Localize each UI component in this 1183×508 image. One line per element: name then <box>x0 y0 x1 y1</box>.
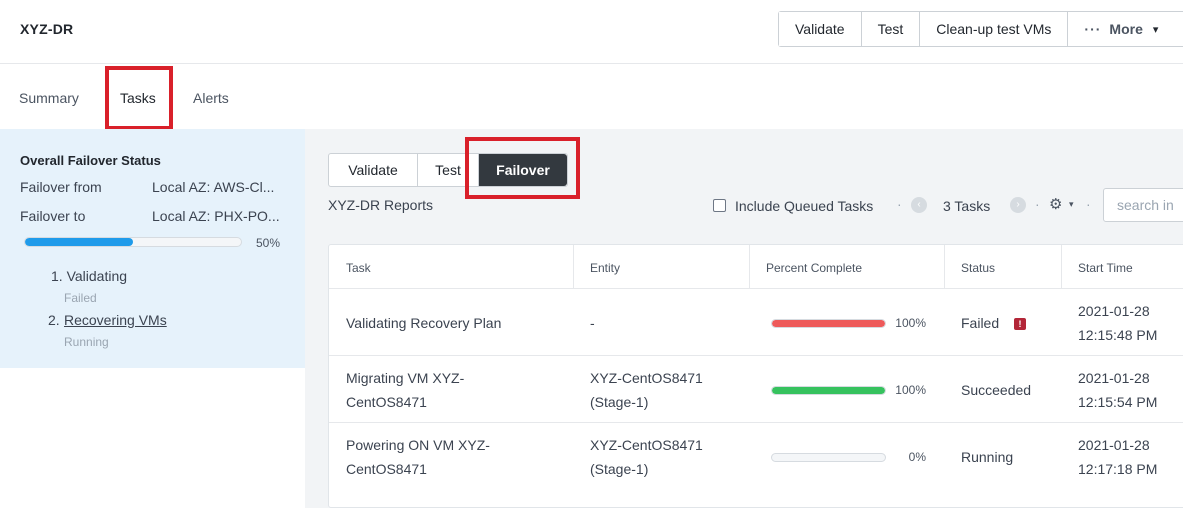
column-header-status[interactable]: Status <box>961 261 995 275</box>
reports-main-area: Validate Test Failover XYZ-DR Reports In… <box>305 129 1183 508</box>
segment-test[interactable]: Test <box>418 154 479 186</box>
more-button-label: More <box>1109 21 1143 37</box>
start-date: 2021-01-28 <box>1078 303 1150 319</box>
reports-title: XYZ-DR Reports <box>328 197 434 213</box>
failover-status-title: Overall Failover Status <box>20 153 161 168</box>
include-queued-tasks-checkbox[interactable] <box>713 199 726 212</box>
failover-to-value: Local AZ: PHX-PO... <box>152 208 280 224</box>
validate-button[interactable]: Validate <box>779 12 862 46</box>
failover-progress-bar <box>24 237 242 247</box>
percent-complete-bar <box>771 319 886 328</box>
sidebar-empty-area <box>0 368 305 508</box>
task-name-continued: CentOS8471 <box>346 394 427 410</box>
status-text: Failed <box>961 315 1000 331</box>
chevron-down-icon: ▾ <box>1152 23 1159 36</box>
task-name-continued: CentOS8471 <box>346 461 427 477</box>
next-page-icon[interactable]: › <box>1010 197 1026 213</box>
tab-bar: Summary Tasks Alerts <box>0 64 1183 129</box>
action-toolbar: Validate Test Clean-up test VMs ··· More… <box>778 11 1183 47</box>
percent-complete-fill <box>772 320 885 327</box>
error-icon[interactable]: ! <box>1014 318 1026 330</box>
failover-progress-fill <box>25 238 133 246</box>
status-text: Succeeded <box>961 382 1032 398</box>
page-header: XYZ-DR Validate Test Clean-up test VMs ·… <box>0 0 1183 64</box>
search-input[interactable] <box>1103 188 1183 222</box>
page-title: XYZ-DR <box>20 21 74 37</box>
table-row[interactable]: Powering ON VM XYZ- CentOS8471 XYZ-CentO… <box>329 422 1183 489</box>
report-type-segmented-control: Validate Test Failover <box>328 153 568 187</box>
entity-name: XYZ-CentOS8471 <box>590 370 703 386</box>
step-recovering-status: Running <box>64 335 109 349</box>
separator-dot: · <box>897 196 902 212</box>
entity-stage: (Stage-1) <box>590 394 649 410</box>
percent-complete-bar <box>771 453 886 462</box>
column-header-task[interactable]: Task <box>346 261 371 275</box>
failover-from-value: Local AZ: AWS-Cl... <box>152 179 275 195</box>
failover-from-label: Failover from <box>20 179 102 195</box>
step-validating-status: Failed <box>64 291 97 305</box>
start-time: 12:17:18 PM <box>1078 461 1158 477</box>
start-time: 12:15:54 PM <box>1078 394 1158 410</box>
column-header-start-time[interactable]: Start Time <box>1078 261 1133 275</box>
column-divider <box>944 245 945 288</box>
gear-icon[interactable]: ⚙ <box>1049 195 1062 213</box>
step-validating-label: 1. Validating <box>51 268 128 284</box>
prev-page-icon[interactable]: ‹ <box>911 197 927 213</box>
percent-complete-text: 0% <box>908 450 926 464</box>
table-row[interactable]: Migrating VM XYZ- CentOS8471 XYZ-CentOS8… <box>329 355 1183 422</box>
entity-name: XYZ-CentOS8471 <box>590 437 703 453</box>
start-date: 2021-01-28 <box>1078 437 1150 453</box>
include-queued-tasks-label: Include Queued Tasks <box>735 198 874 214</box>
task-name: Validating Recovery Plan <box>346 315 502 331</box>
more-button[interactable]: ··· More ▾ <box>1068 12 1183 46</box>
start-date: 2021-01-28 <box>1078 370 1150 386</box>
status-text: Running <box>961 449 1014 465</box>
task-name: Powering ON VM XYZ- <box>346 437 490 453</box>
separator-dot: · <box>1035 196 1040 212</box>
test-button[interactable]: Test <box>861 12 921 46</box>
tab-tasks[interactable]: Tasks <box>120 90 156 106</box>
step-recovering-vms-link[interactable]: Recovering VMs <box>64 312 167 328</box>
column-divider <box>573 245 574 288</box>
column-header-entity[interactable]: Entity <box>590 261 620 275</box>
column-header-percent-complete[interactable]: Percent Complete <box>766 261 862 275</box>
start-time: 12:15:48 PM <box>1078 327 1158 343</box>
step-recovering-number: 2. <box>48 312 60 328</box>
percent-complete-bar <box>771 386 886 395</box>
task-name: Migrating VM XYZ- <box>346 370 465 386</box>
chevron-down-icon[interactable]: ▾ <box>1069 199 1074 210</box>
percent-complete-text: 100% <box>895 316 926 330</box>
column-divider <box>749 245 750 288</box>
tab-alerts[interactable]: Alerts <box>193 90 229 106</box>
percent-complete-text: 100% <box>895 383 926 397</box>
percent-complete-fill <box>772 387 885 394</box>
more-dots-icon: ··· <box>1084 21 1102 37</box>
segment-validate[interactable]: Validate <box>329 154 418 186</box>
column-divider <box>1061 245 1062 288</box>
segment-failover[interactable]: Failover <box>479 154 567 186</box>
separator-dot: · <box>1086 196 1091 212</box>
failover-progress-percent: 50% <box>256 236 281 250</box>
failover-status-panel: Overall Failover Status Failover from Lo… <box>0 129 305 368</box>
cleanup-test-vms-button[interactable]: Clean-up test VMs <box>920 12 1069 46</box>
task-count: 3 Tasks <box>943 198 991 214</box>
tasks-table: Task Entity Percent Complete Status Star… <box>328 244 1183 508</box>
entity-name: - <box>590 315 595 331</box>
entity-stage: (Stage-1) <box>590 461 649 477</box>
table-row[interactable]: Validating Recovery Plan - 100% Failed !… <box>329 288 1183 355</box>
tab-summary[interactable]: Summary <box>19 90 79 106</box>
failover-to-label: Failover to <box>20 208 86 224</box>
